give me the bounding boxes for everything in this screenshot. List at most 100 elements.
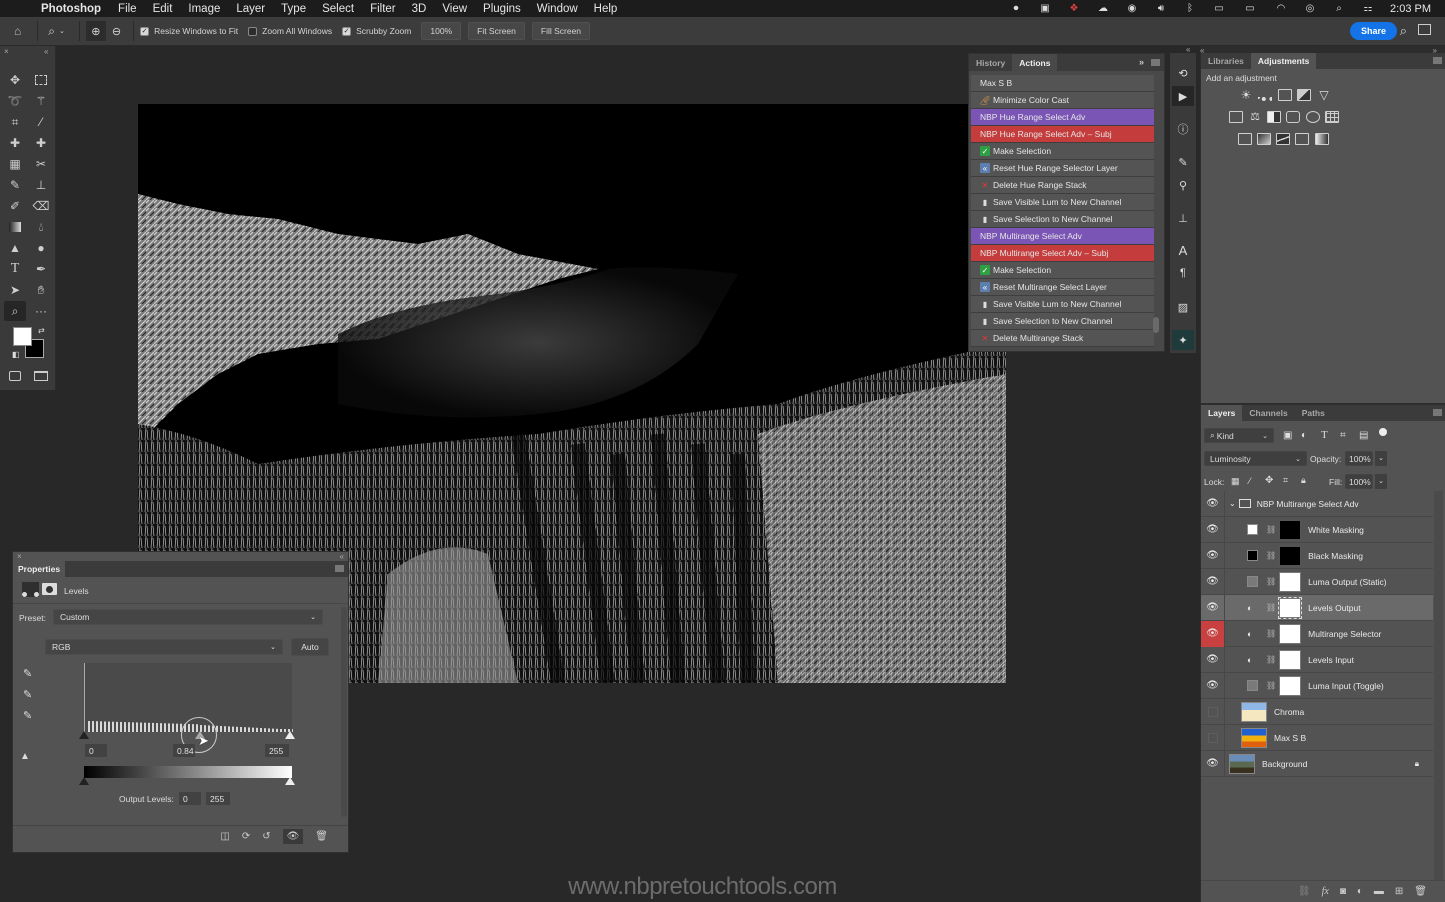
display-icon[interactable]: ▭ [1212,3,1226,14]
more-tools-icon[interactable]: ··· [31,302,51,320]
visibility-eye-icon[interactable]: 👁︎ [1201,516,1225,543]
screen-mode-icon[interactable] [31,367,51,385]
layer-row[interactable]: Chroma [1201,698,1433,725]
view-previous-icon[interactable]: ⟳ [242,831,250,842]
action-item[interactable]: NBP Multirange Select Adv – Subj [971,245,1154,262]
layer-row[interactable]: 👁︎ Background 🔒︎ [1201,750,1433,777]
brightness-contrast-icon[interactable]: ☀ [1239,89,1253,101]
layer-mask-thumbnail[interactable] [1279,649,1302,670]
input-black-slider[interactable] [79,731,89,739]
zoom-percent-field[interactable]: 100% [421,22,462,40]
link-icon[interactable]: ⛓ [1266,577,1276,586]
toggle-visibility-icon[interactable]: 👁︎ [282,828,304,844]
lock-all-icon[interactable]: 🔒︎ [1301,475,1306,486]
action-item[interactable]: ✓ Make Selection [971,143,1154,160]
content-aware-tool-icon[interactable]: ▦ [5,155,25,173]
type-filter-icon[interactable]: T [1321,429,1328,441]
lock-pixels-icon[interactable]: ⁄ [1249,476,1251,486]
lock-position-icon[interactable]: ✥ [1265,475,1273,486]
layer-mask-thumbnail[interactable] [1279,519,1302,540]
sponge-tool-icon[interactable]: ● [31,239,51,257]
zoom-tool-preset-icon[interactable]: ⌕ [48,24,55,39]
crop-tool-icon[interactable]: ⌗ [5,113,25,131]
history-icon[interactable]: ⟲ [1172,63,1194,83]
link-icon[interactable]: ⛓ [1266,525,1276,534]
blur-tool-icon[interactable]: 💧︎ [31,218,51,236]
black-white-icon[interactable] [1267,111,1281,123]
layer-mask-thumbnail[interactable] [1279,545,1302,566]
swap-colors-icon[interactable]: ⇄ [38,326,45,335]
bluetooth-icon[interactable]: ᛒ [1183,3,1197,14]
layer-row[interactable]: Max S B [1201,724,1433,751]
screen-icon[interactable]: ▣ [1038,3,1052,14]
clone-stamp-tool-icon[interactable]: ⊥ [31,176,51,194]
threshold-icon[interactable] [1276,133,1290,145]
eyedropper-tool-icon[interactable]: ⁄ [31,113,51,131]
link-icon[interactable]: ⛓ [1266,655,1276,664]
scrollbar[interactable] [1153,317,1159,333]
panel-menu-icon[interactable] [1433,409,1442,416]
clip-to-layer-icon[interactable]: ◫ [220,831,229,842]
tab-adjustments[interactable]: Adjustments [1250,53,1317,69]
brushes-icon[interactable]: ⚲ [1172,175,1194,195]
brush-settings-icon[interactable]: ✎ [1172,152,1194,172]
navigator-icon[interactable]: ✦ [1172,330,1194,350]
smart-object-filter-icon[interactable]: ▤ [1359,430,1368,441]
delete-icon[interactable]: 🗑︎ [315,831,328,842]
curves-icon[interactable] [1278,89,1292,101]
menu-app-name[interactable]: Photoshop [41,3,101,15]
chevron-down-icon[interactable]: ⌄ [59,27,65,35]
link-icon[interactable]: ⛓ [1266,629,1276,638]
resize-windows-checkbox[interactable]: ✓ Resize Windows to Fit [140,26,238,36]
channel-select[interactable]: RGB ⌄ [45,639,283,655]
cast-icon[interactable]: ◉ [1125,3,1139,14]
properties-scrollbar[interactable] [341,607,347,817]
lock-artboard-icon[interactable]: ⌗ [1283,475,1288,486]
menu-layer[interactable]: Layer [236,3,265,15]
menu-filter[interactable]: Filter [370,3,396,15]
actions-play-icon[interactable]: ▶ [1172,86,1194,106]
layer-row[interactable]: 👁︎ ◐ ⛓ Levels Input [1201,646,1433,673]
visibility-off-box[interactable] [1201,724,1225,751]
hand-tool-icon[interactable]: ✋︎ [31,281,51,299]
collapse-icon[interactable]: « [340,552,344,561]
input-white-slider[interactable] [285,731,295,739]
gradient-tool-icon[interactable] [5,218,25,236]
visibility-eye-icon[interactable]: 👁︎ [1201,568,1225,595]
zoom-tool-icon[interactable]: ⌕ [4,301,26,321]
workspace-icon[interactable] [1418,24,1431,35]
menu-file[interactable]: File [118,3,137,15]
adjustment-filter-icon[interactable]: ◐ [1301,430,1307,441]
clipping-warning-icon[interactable]: ▲ [20,751,30,762]
healing-brush-tool-icon[interactable]: ✚ [31,134,51,152]
layer-row[interactable]: 👁︎ ⛓ Luma Output (Static) [1201,568,1433,595]
action-item[interactable]: NBP Hue Range Select Adv – Subj [971,126,1154,143]
menu-3d[interactable]: 3D [412,3,427,15]
menu-help[interactable]: Help [594,3,618,15]
chevron-down-icon[interactable]: ⌄ [1375,451,1387,466]
mask-icon[interactable] [42,583,57,595]
blend-mode-select[interactable]: Luminosity ⌄ [1204,451,1307,466]
link-icon[interactable]: ⛓ [1266,551,1276,560]
menu-edit[interactable]: Edit [153,3,173,15]
home-icon[interactable]: ⌂ [14,24,21,38]
brush-tool-icon[interactable]: ✎ [5,176,25,194]
white-eyedropper-icon[interactable]: ✎ [23,709,32,722]
tab-libraries[interactable]: Libraries [1201,53,1251,69]
action-item[interactable]: ▮ Save Visible Lum to New Channel [971,194,1154,211]
zoom-all-windows-checkbox[interactable]: Zoom All Windows [248,26,332,36]
expand-icon[interactable]: » [1139,57,1144,67]
layer-row[interactable]: 👁︎ ⛓ Black Masking [1201,542,1433,569]
output-black-slider[interactable] [79,777,89,785]
preset-select[interactable]: Custom ⌄ [53,609,323,625]
hue-saturation-icon[interactable] [1229,111,1243,123]
layer-thumbnail[interactable] [1241,727,1267,748]
layer-group-row[interactable]: 👁︎ ⌄ NBP Multirange Select Adv [1201,490,1433,517]
info-icon[interactable]: ⓘ [1172,119,1194,139]
menu-select[interactable]: Select [322,3,354,15]
opacity-field[interactable]: 100% [1345,451,1373,466]
layer-row[interactable]: 👁︎ ⛓ Luma Input (Toggle) [1201,672,1433,699]
visibility-eye-icon[interactable]: 👁︎ [1201,620,1225,647]
visibility-eye-icon[interactable]: 👁︎ [1201,490,1225,517]
quick-mask-icon[interactable] [5,367,25,385]
